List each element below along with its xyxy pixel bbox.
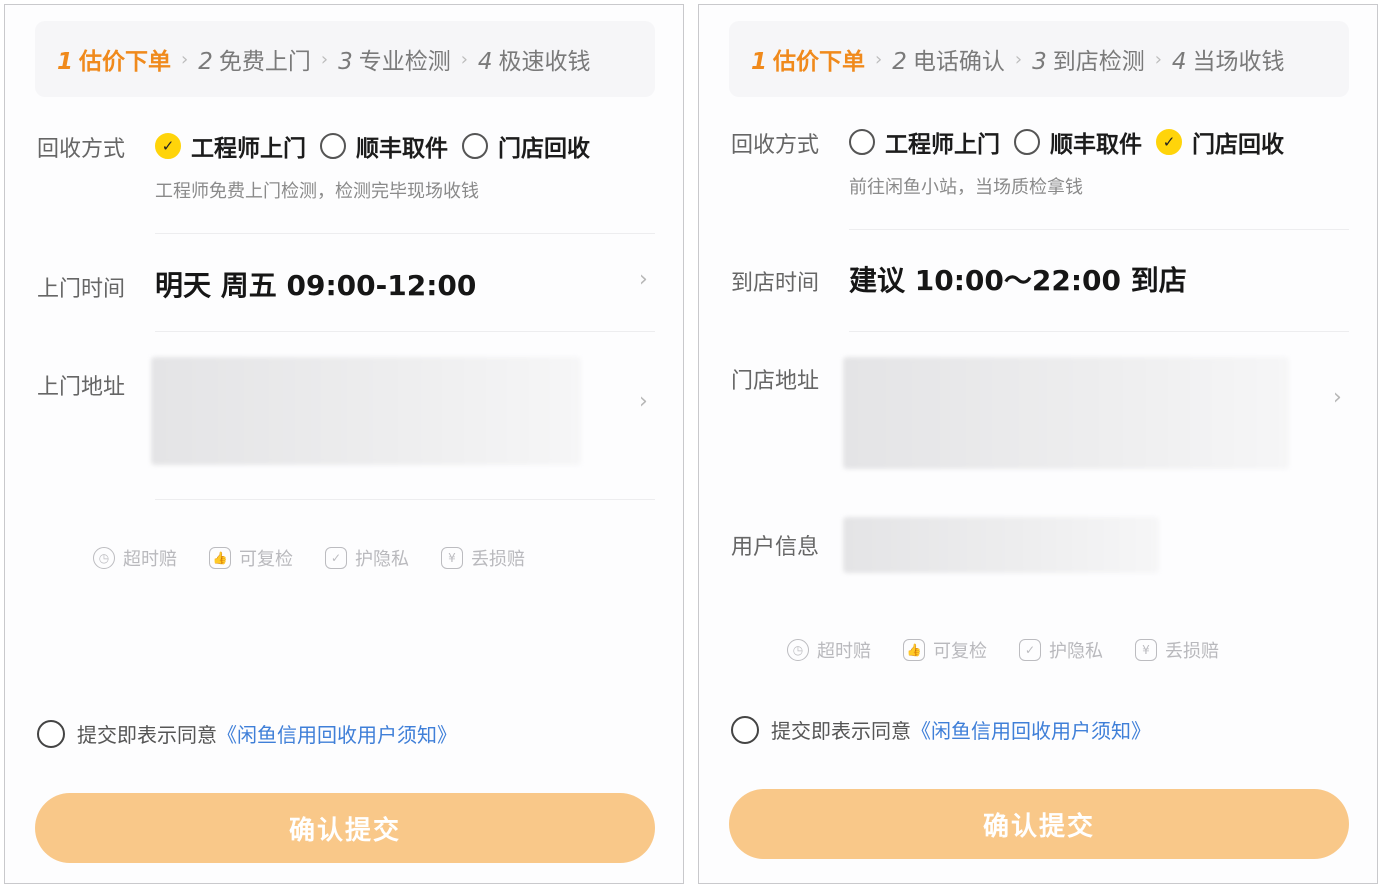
step-4: 4 极速收钱 [477, 49, 591, 75]
divider [155, 233, 655, 234]
radio-unchecked[interactable] [320, 133, 346, 159]
time-label: 到店时间 [731, 271, 820, 296]
address-label: 上门地址 [37, 375, 126, 400]
chevron-right-icon: › [181, 48, 189, 70]
check-icon: ✓ [1162, 132, 1176, 151]
method-sf-pickup[interactable]: 顺丰取件 [320, 129, 448, 163]
address-label: 门店地址 [731, 369, 820, 394]
method-store[interactable]: 门店回收 [462, 129, 590, 163]
chevron-right-icon: › [460, 48, 468, 70]
guarantee-item: ✓ 护隐私 [325, 545, 409, 571]
clock-icon: ◷ [787, 639, 809, 661]
radio-unchecked[interactable] [462, 133, 488, 159]
chevron-right-icon[interactable]: › [639, 267, 648, 292]
divider [155, 499, 655, 500]
right-panel: 1 估价下单 › 2 电话确认 › 3 到店检测 › 4 当场收钱 回收方式 工程师上门… [698, 4, 1378, 884]
user-info-blurred[interactable] [843, 517, 1159, 573]
address-blurred[interactable] [151, 357, 581, 465]
chevron-right-icon[interactable]: › [639, 389, 648, 414]
user-label: 用户信息 [731, 535, 820, 560]
check-icon: ✓ [161, 136, 175, 155]
step-2: 2 电话确认 [892, 49, 1005, 75]
yen-icon: ¥ [1135, 639, 1157, 661]
step-3: 3 专业检测 [338, 49, 451, 75]
agreement: 提交即表示同意 《闲鱼信用回收用户须知》 [37, 719, 457, 748]
time-value: 建议 10:00～22:00 到店 [849, 264, 1187, 297]
step-1: 1 估价下单 [57, 49, 172, 75]
agreement-link[interactable]: 《闲鱼信用回收用户须知》 [217, 719, 457, 748]
chevron-right-icon: › [1014, 48, 1023, 70]
guarantee-item: ¥ 丢损赔 [441, 545, 525, 571]
chevron-right-icon[interactable]: › [1333, 385, 1342, 410]
method-store[interactable]: ✓ 门店回收 [1156, 125, 1284, 159]
thumbs-up-icon: 👍 [209, 547, 231, 569]
step-1: 1 估价下单 [751, 49, 866, 75]
chevron-right-icon: › [320, 48, 329, 70]
address-blurred[interactable] [843, 357, 1289, 469]
submit-button[interactable]: 确认提交 [35, 793, 655, 863]
submit-button[interactable]: 确认提交 [729, 789, 1349, 859]
clock-icon: ◷ [93, 547, 115, 569]
time-label: 上门时间 [37, 277, 126, 302]
agreement-link[interactable]: 《闲鱼信用回收用户须知》 [911, 715, 1151, 744]
step-3: 3 到店检测 [1032, 49, 1145, 75]
left-panel: 1 估价下单 › 2 免费上门 › 3 专业检测 › 4 极速收钱 回收方式 ✓ 工程师… [4, 4, 684, 884]
method-engineer-visit[interactable]: ✓ 工程师上门 [155, 129, 306, 163]
guarantee-item: ◷ 超时赔 [787, 637, 871, 663]
chevron-right-icon: › [1154, 48, 1162, 70]
radio-unchecked[interactable] [1014, 129, 1040, 155]
guarantee-item: ✓ 护隐私 [1019, 637, 1103, 663]
chevron-right-icon: › [875, 48, 883, 70]
divider [849, 229, 1349, 230]
guarantee-item: 👍 可复检 [903, 637, 987, 663]
yen-icon: ¥ [441, 547, 463, 569]
shield-check-icon: ✓ [1019, 639, 1041, 661]
step-2: 2 免费上门 [198, 49, 311, 75]
method-hint: 工程师免费上门检测，检测完毕现场收钱 [155, 181, 479, 202]
radio-checked[interactable]: ✓ [1156, 129, 1182, 155]
step-progress: 1 估价下单 › 2 电话确认 › 3 到店检测 › 4 当场收钱 [729, 21, 1349, 97]
shield-check-icon: ✓ [325, 547, 347, 569]
agreement: 提交即表示同意 《闲鱼信用回收用户须知》 [731, 715, 1151, 744]
thumbs-up-icon: 👍 [903, 639, 925, 661]
method-options: 工程师上门 顺丰取件 ✓ 门店回收 [849, 125, 1298, 159]
step-4: 4 当场收钱 [1171, 49, 1285, 75]
guarantee-row: ◷ 超时赔 👍 可复检 ✓ 护隐私 ¥ 丢损赔 [787, 637, 1251, 663]
method-sf-pickup[interactable]: 顺丰取件 [1014, 125, 1142, 159]
guarantee-row: ◷ 超时赔 👍 可复检 ✓ 护隐私 ¥ 丢损赔 [93, 545, 557, 571]
divider [849, 331, 1349, 332]
step-progress: 1 估价下单 › 2 免费上门 › 3 专业检测 › 4 极速收钱 [35, 21, 655, 97]
guarantee-item: 👍 可复检 [209, 545, 293, 571]
agree-checkbox[interactable] [731, 715, 759, 744]
method-label: 回收方式 [37, 137, 126, 162]
agree-checkbox[interactable] [37, 719, 65, 748]
guarantee-item: ◷ 超时赔 [93, 545, 177, 571]
guarantee-item: ¥ 丢损赔 [1135, 637, 1219, 663]
radio-checked[interactable]: ✓ [155, 133, 181, 159]
method-engineer-visit[interactable]: 工程师上门 [849, 125, 1000, 159]
method-hint: 前往闲鱼小站，当场质检拿钱 [849, 177, 1083, 198]
method-label: 回收方式 [731, 133, 820, 158]
divider [155, 331, 655, 332]
method-options: ✓ 工程师上门 顺丰取件 门店回收 [155, 129, 604, 163]
time-value[interactable]: 明天 周五 09:00-12:00 [155, 264, 476, 304]
radio-unchecked[interactable] [849, 129, 875, 155]
